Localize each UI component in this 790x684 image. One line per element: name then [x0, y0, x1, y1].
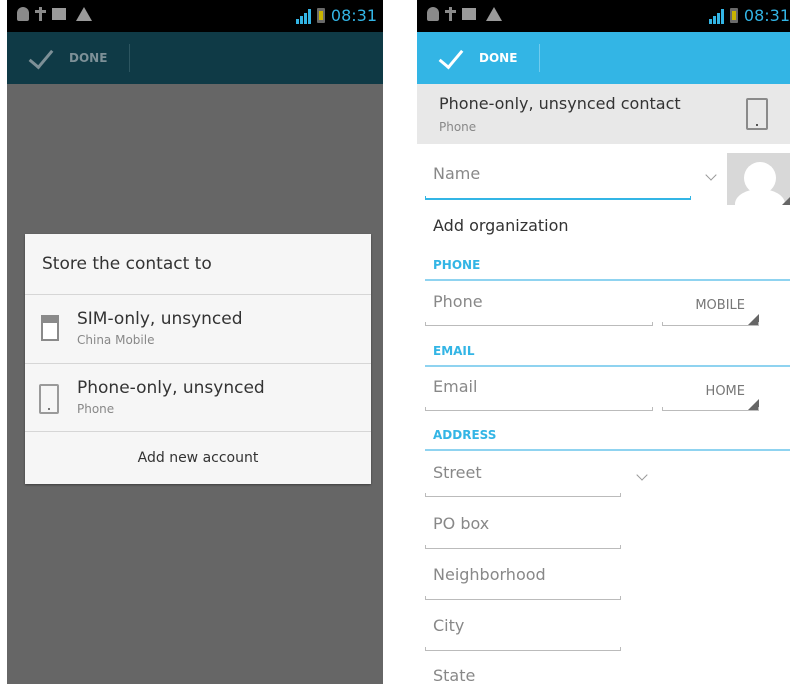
left-screen: 08:31 DONE Store the contact to SIM-only… [7, 0, 383, 684]
account-subtitle: China Mobile [77, 333, 155, 347]
battery-icon [729, 8, 738, 23]
status-bar: 08:31 [7, 0, 383, 32]
account-option-sim[interactable]: SIM-only, unsynced China Mobile [25, 295, 371, 363]
phone-device-icon [39, 384, 59, 414]
contact-photo-button[interactable] [727, 153, 790, 205]
city-underline [425, 647, 621, 651]
battery-icon [316, 8, 325, 23]
image-notification-icon [52, 8, 66, 20]
street-underline [425, 493, 621, 497]
expand-chevron-icon[interactable] [636, 469, 648, 481]
warning-icon [76, 7, 92, 21]
pobox-field[interactable]: PO box [433, 514, 489, 533]
android-icon [17, 7, 29, 21]
image-notification-icon [462, 8, 476, 20]
address-section-header: ADDRESS [433, 428, 497, 442]
warning-icon [486, 7, 502, 21]
section-divider [425, 279, 790, 281]
phone-type-select[interactable]: MOBILE [669, 298, 745, 313]
add-new-account-button[interactable]: Add new account [25, 432, 371, 484]
clock: 08:31 [743, 6, 790, 25]
action-bar-divider [539, 44, 540, 72]
usb-icon [445, 7, 456, 21]
neighborhood-underline [425, 596, 621, 600]
action-bar: DONE [417, 32, 790, 84]
done-button[interactable]: DONE [417, 32, 539, 84]
section-divider [425, 449, 790, 451]
phone-underline [425, 322, 653, 326]
account-subtitle: Phone [77, 402, 115, 416]
name-field[interactable]: Name [433, 164, 480, 183]
account-name: Phone-only, unsynced [77, 378, 265, 398]
action-bar: DONE [7, 32, 383, 84]
phone-type-underline [662, 322, 759, 326]
email-section-header: EMAIL [433, 344, 475, 358]
done-label: DONE [69, 51, 108, 65]
pobox-underline [425, 545, 621, 549]
account-header-name: Phone-only, unsynced contact [439, 94, 681, 113]
store-contact-dialog: Store the contact to SIM-only, unsynced … [25, 234, 371, 484]
email-type-select[interactable]: HOME [669, 384, 745, 399]
right-screen: 08:31 DONE Phone-only, unsynced contact … [417, 0, 790, 684]
section-divider [425, 365, 790, 367]
signal-icon [295, 8, 311, 24]
done-button[interactable]: DONE [7, 32, 129, 84]
android-icon [427, 7, 439, 21]
phone-device-icon [746, 98, 768, 130]
dialog-title: Store the contact to [42, 254, 212, 274]
phone-field[interactable]: Phone [433, 292, 483, 311]
email-underline [425, 407, 653, 411]
account-name: SIM-only, unsynced [77, 309, 243, 329]
checkmark-icon [25, 50, 53, 66]
email-field[interactable]: Email [433, 377, 477, 396]
name-underline [425, 196, 691, 200]
city-field[interactable]: City [433, 616, 464, 635]
state-field[interactable]: State [433, 666, 475, 684]
usb-icon [35, 7, 46, 21]
signal-icon [708, 8, 724, 24]
email-type-underline [662, 407, 759, 411]
photo-menu-corner-icon [782, 197, 790, 205]
phone-section-header: PHONE [433, 258, 481, 272]
add-organization-button[interactable]: Add organization [433, 216, 569, 235]
status-bar: 08:31 [417, 0, 790, 32]
sim-card-icon [41, 315, 59, 341]
action-bar-divider [129, 44, 130, 72]
account-header[interactable]: Phone-only, unsynced contact Phone [417, 84, 790, 144]
done-label: DONE [479, 51, 518, 65]
account-header-subtitle: Phone [439, 120, 477, 134]
clock: 08:31 [330, 6, 377, 25]
checkmark-icon [435, 50, 463, 66]
avatar-icon [744, 162, 776, 194]
neighborhood-field[interactable]: Neighborhood [433, 565, 546, 584]
street-field[interactable]: Street [433, 463, 482, 482]
expand-chevron-icon[interactable] [705, 169, 717, 181]
account-option-phone[interactable]: Phone-only, unsynced Phone [25, 364, 371, 432]
